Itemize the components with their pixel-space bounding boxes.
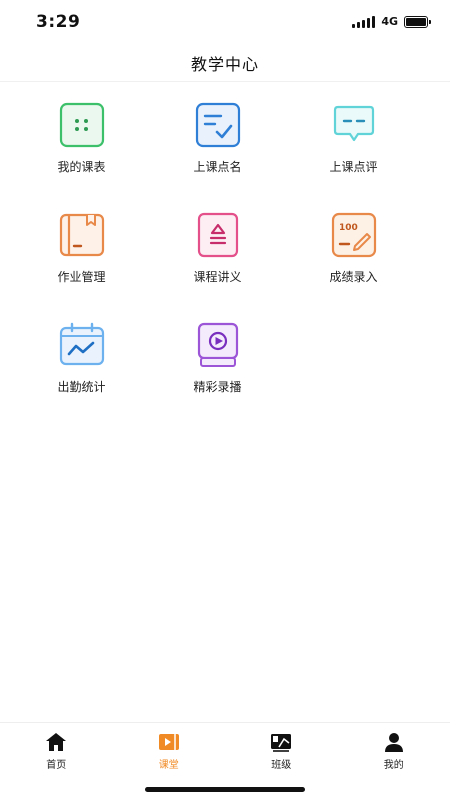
network-type: 4G [381,15,398,28]
tab-label: 首页 [46,760,67,771]
menu-item-score-entry[interactable]: 100 成绩录入 [299,210,408,320]
tab-label: 课堂 [158,760,179,771]
tab-bar: 首页 课堂 班级 我的 [0,722,450,800]
menu-item-schedule[interactable]: 我的课表 [27,100,136,210]
menu-label: 作业管理 [57,270,106,284]
menu-label: 我的课表 [57,160,106,174]
tab-label: 班级 [271,760,292,771]
menu-item-review[interactable]: 上课点评 [299,100,408,210]
score-badge: 100 [339,223,358,233]
schedule-icon [59,102,104,148]
video-playback-icon [197,322,238,367]
battery-icon [404,15,431,28]
home-indicator [145,787,305,792]
signal-icon [352,15,376,28]
feature-grid: 我的课表 上课点名 上课点评 作业管理 课程讲义 100 成绩录入 出勤统计 精… [0,100,450,430]
menu-label: 课程讲义 [193,270,242,284]
homework-book-icon [59,213,104,257]
menu-item-roll-call[interactable]: 上课点名 [163,100,272,210]
menu-item-handout[interactable]: 课程讲义 [163,210,272,320]
handout-icon [197,212,238,258]
menu-item-attendance[interactable]: 出勤统计 [27,320,136,430]
menu-item-recording[interactable]: 精彩录播 [163,320,272,430]
checklist-icon [195,102,240,148]
menu-label: 出勤统计 [57,380,106,394]
classroom-icon [158,734,179,750]
menu-label: 上课点名 [193,160,242,174]
home-icon [46,733,67,751]
tab-home[interactable]: 首页 [0,731,113,771]
tab-profile[interactable]: 我的 [338,731,450,771]
nav-bar: 教学中心 [0,44,450,82]
menu-item-homework[interactable]: 作业管理 [27,210,136,320]
status-bar: 3:29 4G [0,0,450,44]
comment-icon [333,105,374,142]
score-entry-icon: 100 [331,212,376,258]
tab-classroom[interactable]: 课堂 [113,731,226,771]
page-title: 教学中心 [190,54,259,74]
status-time: 3:29 [36,12,81,32]
menu-label: 精彩录播 [193,380,242,394]
tab-label: 我的 [383,760,404,771]
class-icon [271,734,292,752]
status-icons: 4G [352,15,431,28]
tab-class[interactable]: 班级 [225,731,338,771]
attendance-chart-icon [59,322,104,366]
profile-icon [384,733,403,752]
menu-label: 上课点评 [329,160,378,174]
menu-label: 成绩录入 [329,270,378,284]
